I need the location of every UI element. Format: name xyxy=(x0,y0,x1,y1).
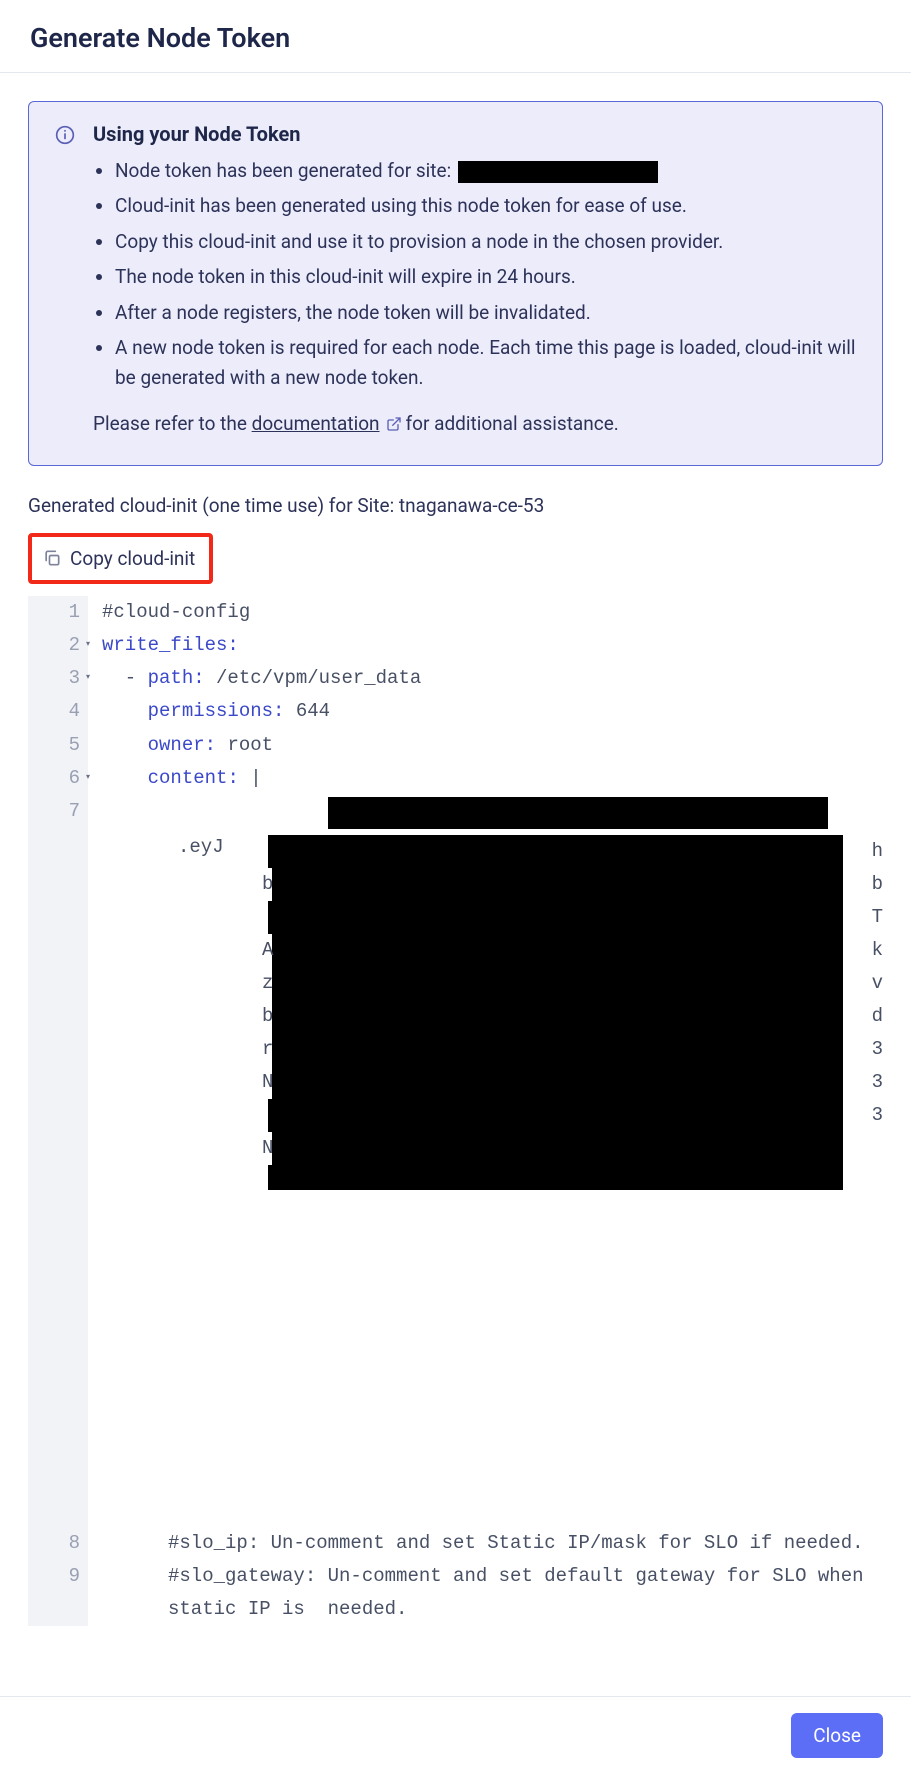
token-fragment: .eyJ xyxy=(178,831,224,864)
documentation-link[interactable]: documentation xyxy=(252,412,380,435)
page-header: Generate Node Token xyxy=(0,0,911,73)
info-banner: Using your Node Token Node token has bee… xyxy=(28,101,883,466)
info-banner-footer: Please refer to the documentation for ad… xyxy=(93,410,856,441)
line-number: 4 xyxy=(69,695,80,728)
line-number: 7 xyxy=(69,795,80,828)
cloud-init-code-block[interactable]: 1 #cloud-config 2▾ write_files: 3▾ - pat… xyxy=(28,596,883,1627)
line-number: 9 xyxy=(69,1560,80,1593)
page-title: Generate Node Token xyxy=(30,22,881,54)
info-item: Copy this cloud-init and use it to provi… xyxy=(115,227,856,256)
copy-icon xyxy=(42,548,62,568)
line-number: 2 xyxy=(69,629,80,662)
info-banner-list: Node token has been generated for site: … xyxy=(93,156,856,392)
code-line: 9 #slo_gateway: Un-comment and set defau… xyxy=(28,1560,883,1627)
copy-button-label: Copy cloud-init xyxy=(70,547,195,570)
info-item: After a node registers, the node token w… xyxy=(115,298,856,327)
code-line: 1 #cloud-config xyxy=(28,596,883,629)
code-line: 2▾ write_files: xyxy=(28,629,883,662)
info-item: The node token in this cloud-init will e… xyxy=(115,262,856,291)
code-line: 5 owner: root xyxy=(28,729,883,762)
info-item: Node token has been generated for site: xyxy=(115,156,856,185)
copy-cloud-init-button[interactable]: Copy cloud-init xyxy=(28,533,213,584)
dialog-footer: Close xyxy=(0,1696,911,1774)
redacted-token-block xyxy=(328,797,828,829)
code-line: 8 #slo_ip: Un-comment and set Static IP/… xyxy=(28,1527,883,1560)
info-banner-title: Using your Node Token xyxy=(93,122,856,146)
site-name-value: tnaganawa-ce-53 xyxy=(399,494,544,517)
external-link-icon xyxy=(386,412,402,441)
info-icon xyxy=(55,122,75,145)
code-line: 3▾ - path: /etc/vpm/user_data xyxy=(28,662,883,695)
line-number: 5 xyxy=(69,729,80,762)
code-line: 7 token: .eyJ b A z b r N N h b T xyxy=(28,795,883,1527)
code-line: 4 permissions: 644 xyxy=(28,695,883,728)
info-item: Cloud-init has been generated using this… xyxy=(115,191,856,220)
generated-label: Generated cloud-init (one time use) for … xyxy=(28,494,883,517)
line-number: 1 xyxy=(69,596,80,629)
line-number: 6 xyxy=(69,762,80,795)
line-number: 3 xyxy=(69,662,80,695)
redacted-token-block xyxy=(268,835,843,1190)
close-button[interactable]: Close xyxy=(791,1713,883,1758)
info-item: A new node token is required for each no… xyxy=(115,333,856,392)
line-number: 8 xyxy=(69,1527,80,1560)
redacted-site-name xyxy=(458,161,658,183)
code-line: 6▾ content: | xyxy=(28,762,883,795)
